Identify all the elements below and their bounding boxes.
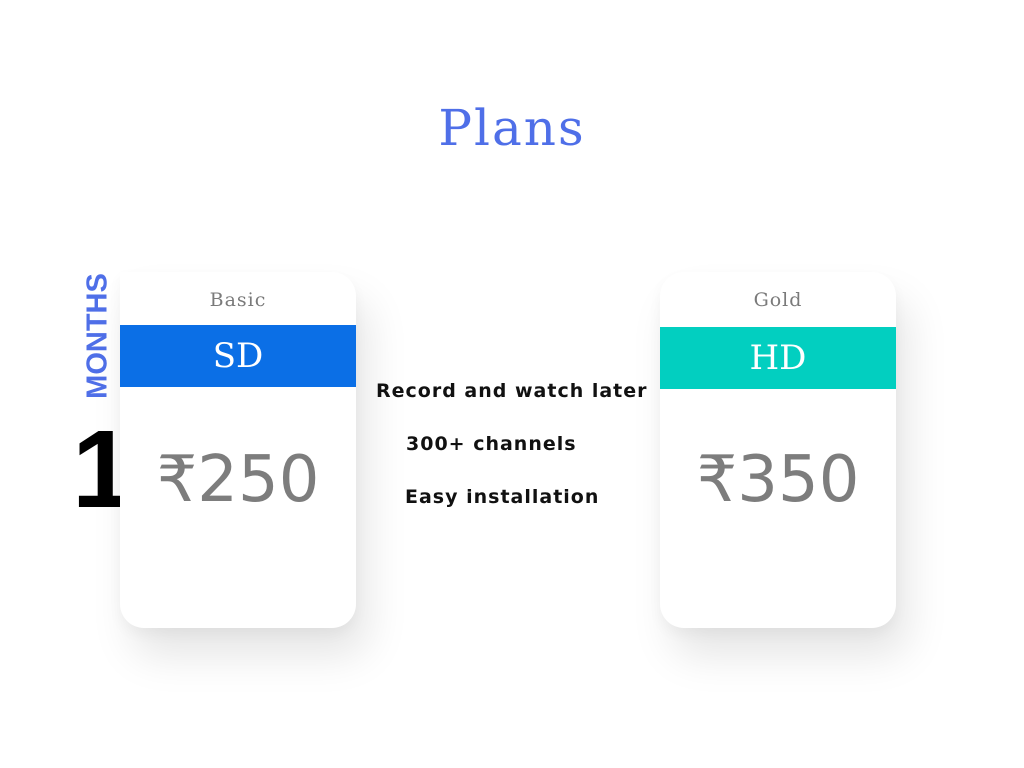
plan-tier-label: Basic xyxy=(209,289,267,311)
feature-item: Easy installation xyxy=(405,486,600,508)
page-title: Plans xyxy=(438,99,586,157)
plan-price: ₹350 xyxy=(696,443,860,517)
feature-item: Record and watch later xyxy=(376,380,648,402)
plan-card-gold[interactable]: Gold HD ₹350 xyxy=(660,272,896,628)
plan-price: ₹250 xyxy=(156,443,320,517)
plan-quality-band: SD xyxy=(120,325,356,387)
feature-item: 300+ channels xyxy=(406,433,577,455)
plan-card-basic[interactable]: Basic SD ₹250 xyxy=(120,272,356,628)
plan-tier-label: Gold xyxy=(753,289,803,311)
duration-unit-text: MONTHS xyxy=(81,273,114,399)
plan-quality-band: HD xyxy=(660,327,896,389)
duration-unit-label: MONTHS xyxy=(68,272,128,400)
